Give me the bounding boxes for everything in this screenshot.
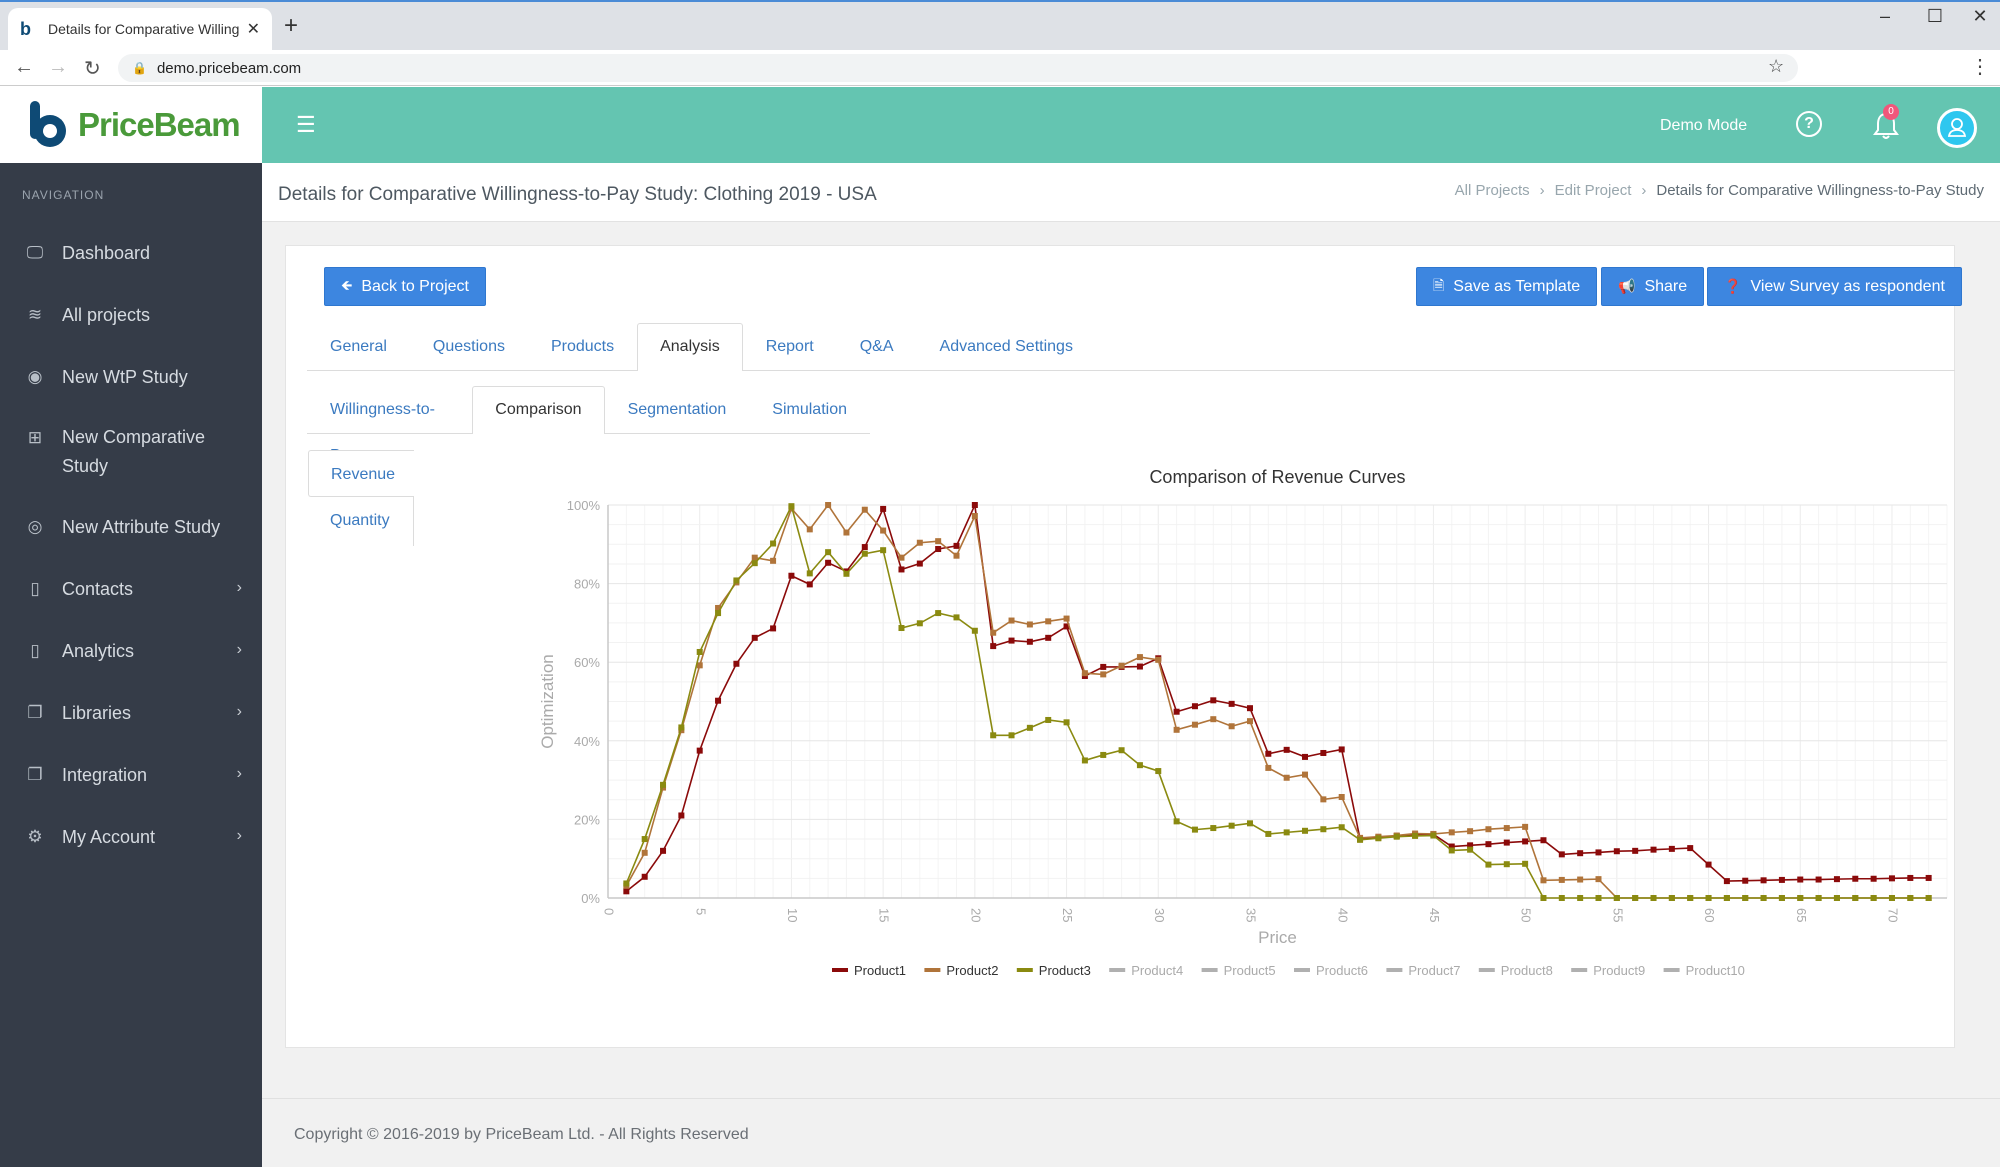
minimize-icon[interactable]: – xyxy=(1870,6,1900,27)
back-to-project-label: Back to Project xyxy=(361,277,469,295)
save-as-template-label: Save as Template xyxy=(1453,277,1581,295)
bookmark-star-icon[interactable]: ☆ xyxy=(1768,56,1784,77)
subtab-simulation[interactable]: Simulation xyxy=(749,386,870,434)
breadcrumb-edit-project[interactable]: Edit Project xyxy=(1555,182,1632,199)
url-text: demo.pricebeam.com xyxy=(156,59,302,77)
share-label: Share xyxy=(1644,277,1688,295)
chart-type-tabs: Revenue Quantity xyxy=(308,450,414,546)
sidebar-item-label: Contacts xyxy=(62,579,134,599)
sidebar-item-new-comparative-study[interactable]: ⊞ New Comparative Study xyxy=(22,427,242,481)
share-button[interactable]: 📢 Share xyxy=(1601,267,1705,306)
close-window-icon[interactable]: ✕ xyxy=(1965,6,1995,27)
tab-q-a[interactable]: Q&A xyxy=(837,323,917,371)
tab-analysis[interactable]: Analysis xyxy=(637,323,743,371)
monitor-icon: 🖵 xyxy=(26,243,44,262)
chevron-right-icon: › xyxy=(236,641,242,658)
sidebar-item-new-wtp-study[interactable]: ◉ New WtP Study xyxy=(22,367,242,388)
bar-chart-icon: ▯ xyxy=(30,579,40,598)
chevron-right-icon: › xyxy=(236,703,242,720)
subtab-segmentation[interactable]: Segmentation xyxy=(605,386,750,434)
vtab-revenue[interactable]: Revenue xyxy=(308,450,414,497)
sidebar-item-label: New Attribute Study xyxy=(62,517,221,537)
analysis-subtabs: Willingness-to-PayComparisonSegmentation… xyxy=(307,386,870,464)
user-icon xyxy=(1947,118,1967,137)
breadcrumb-all-projects[interactable]: All Projects xyxy=(1455,182,1530,199)
chevron-right-icon: › xyxy=(236,827,242,844)
breadcrumb-current: Details for Comparative Willingness-to-P… xyxy=(1656,182,1984,199)
sidebar-item-contacts[interactable]: ▯ Contacts › xyxy=(22,579,242,600)
sidebar-item-dashboard[interactable]: 🖵 Dashboard xyxy=(22,243,242,264)
nav-heading: NAVIGATION xyxy=(22,188,105,202)
sidebar-item-libraries[interactable]: ❐ Libraries › xyxy=(22,703,242,724)
maximize-icon[interactable]: ☐ xyxy=(1920,6,1950,27)
brand-name: PriceBeam xyxy=(78,106,241,143)
megaphone-icon: 📢 xyxy=(1618,278,1636,294)
bar-chart-icon: ▯ xyxy=(30,641,40,660)
pricebeam-favicon-icon: b xyxy=(20,19,31,39)
hamburger-menu-icon[interactable]: ☰ xyxy=(296,112,316,138)
sidebar-item-all-projects[interactable]: ≋ All projects xyxy=(22,305,242,326)
tab-general[interactable]: General xyxy=(307,323,410,371)
reload-icon[interactable]: ↻ xyxy=(84,56,101,81)
view-survey-label: View Survey as respondent xyxy=(1750,277,1945,295)
copyright: Copyright © 2016-2019 by PriceBeam Ltd. … xyxy=(294,1126,749,1143)
vtab-quantity[interactable]: Quantity xyxy=(308,497,413,544)
footer-divider xyxy=(262,1098,2000,1099)
logo[interactable]: PriceBeam xyxy=(0,87,262,163)
sidebar-item-label: New Comparative Study xyxy=(62,427,206,476)
lock-icon: 🔒 xyxy=(132,61,147,75)
back-arrow-icon[interactable]: ← xyxy=(14,56,34,79)
new-tab-icon[interactable]: + xyxy=(284,12,298,40)
notification-badge: 0 xyxy=(1883,104,1899,120)
target-icon: ◎ xyxy=(27,517,43,536)
sidebar-item-label: New WtP Study xyxy=(62,367,188,387)
view-survey-button[interactable]: ❓ View Survey as respondent xyxy=(1707,267,1962,306)
subtab-comparison[interactable]: Comparison xyxy=(472,386,605,434)
demo-mode-label: Demo Mode xyxy=(1660,117,1748,134)
breadcrumb-separator-icon: › xyxy=(1539,182,1545,199)
sidebar-item-new-attribute-study[interactable]: ◎ New Attribute Study xyxy=(22,517,242,538)
sidebar-item-label: My Account xyxy=(62,827,156,847)
close-tab-icon[interactable]: ✕ xyxy=(247,19,260,39)
sidebar-item-analytics[interactable]: ▯ Analytics › xyxy=(22,641,242,662)
sidebar-item-label: Integration xyxy=(62,765,148,785)
forward-arrow-icon[interactable]: → xyxy=(48,56,68,79)
gear-icon: ⚙ xyxy=(27,827,43,846)
browser-menu-icon[interactable]: ⋮ xyxy=(1970,54,1990,79)
layers-icon: ≋ xyxy=(27,305,43,324)
arrow-left-icon: 🡸 xyxy=(341,276,353,293)
tab-report[interactable]: Report xyxy=(743,323,837,371)
tab-questions[interactable]: Questions xyxy=(410,323,528,371)
document-icon: 🗎 xyxy=(1433,276,1445,293)
tab-products[interactable]: Products xyxy=(528,323,637,371)
question-circle-icon: ❓ xyxy=(1724,278,1742,294)
browser-tab-strip xyxy=(0,0,2000,50)
user-avatar[interactable] xyxy=(1937,108,1977,148)
browser-tab-title: Details for Comparative Willingness-to-P… xyxy=(48,21,239,37)
sidebar-item-label: Analytics xyxy=(62,641,135,661)
chevron-right-icon: › xyxy=(236,765,242,782)
grid-icon: ⊞ xyxy=(27,428,43,447)
pricebeam-logo-icon xyxy=(30,101,66,147)
back-to-project-button[interactable]: 🡸 Back to Project xyxy=(324,267,486,306)
address-bar[interactable]: 🔒 demo.pricebeam.com xyxy=(118,54,1798,82)
main-tabs: General Questions Products Analysis Report Q&… xyxy=(307,323,1955,371)
help-icon[interactable]: ? xyxy=(1796,111,1822,137)
sidebar-item-label: Libraries xyxy=(62,703,132,723)
sidebar-item-my-account[interactable]: ⚙ My Account › xyxy=(22,827,242,848)
tab-advanced-settings[interactable]: Advanced Settings xyxy=(917,323,1096,371)
sidebar-item-label: Dashboard xyxy=(62,243,151,263)
eye-icon: ◉ xyxy=(27,367,43,386)
save-as-template-button[interactable]: 🗎 Save as Template xyxy=(1416,267,1598,306)
page-title: Details for Comparative Willingness-to-P… xyxy=(278,184,877,205)
breadcrumb-separator-icon: › xyxy=(1641,182,1647,199)
copy-icon: ❐ xyxy=(27,765,43,784)
browser-tab[interactable]: b Details for Comparative Willingness-to… xyxy=(8,8,272,50)
subtab-willingness-to-pay[interactable]: Willingness-to-Pay xyxy=(307,386,472,464)
sidebar-item-label: All projects xyxy=(62,305,151,325)
chevron-right-icon: › xyxy=(236,579,242,596)
sidebar-item-integration[interactable]: ❐ Integration › xyxy=(22,765,242,786)
breadcrumb: All Projects › Edit Project › Details for Co… xyxy=(1455,182,1984,199)
copy-icon: ❐ xyxy=(27,703,43,722)
